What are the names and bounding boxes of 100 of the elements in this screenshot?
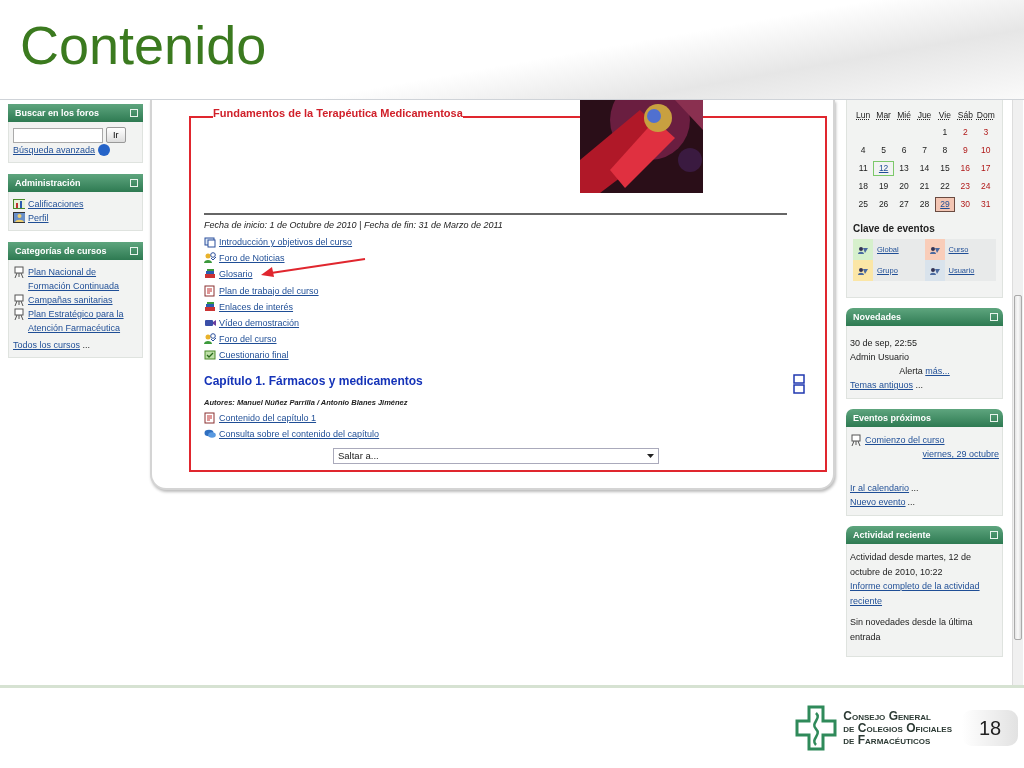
event-date-link[interactable]: viernes, 29 octubre [922,449,999,459]
weekday-label: Lun [855,109,872,122]
calendar-day[interactable]: 23 [955,179,976,194]
calendar-day[interactable]: 14 [914,161,935,176]
calendar-day[interactable]: 30 [955,197,976,212]
activity-link[interactable]: Foro del curso [219,334,277,345]
document-icon [204,411,216,424]
weekday-label: Mar [875,109,892,122]
activity-link[interactable]: Glosario [219,269,253,280]
ellipsis-text: ... [907,497,916,507]
easel-icon [13,266,25,278]
menu-link[interactable]: Calificaciones [28,197,84,211]
activity-link[interactable]: Vídeo demostración [219,318,300,329]
activity-since: Actividad desde martes, 12 de octubre de 2010, 10:22 [850,551,973,579]
caret-icon [647,453,654,458]
logo-text: Consejo General de Colegios Oficiales de Farmacéuticos [843,710,952,746]
calendar-day[interactable]: 22 [934,179,956,194]
calendar-day[interactable]: 3 [975,125,996,140]
activity-link[interactable]: Consulta sobre el contenido del capítulo [219,428,380,439]
calendar-day[interactable]: 31 [975,197,996,212]
jump-menu[interactable]: Saltar a... [333,447,659,464]
activity-note: Sin novedades desde la última entrada [850,616,974,644]
search-field[interactable] [13,127,103,143]
activity-link[interactable]: Plan de trabajo del curso [219,285,319,296]
block-title: Actividad reciente [853,530,931,540]
activity-link[interactable]: Introducción y objetivos del curso [219,237,353,248]
news-author: Admin Usuario [850,351,911,364]
collapse-icon[interactable] [130,247,138,255]
calendar-day[interactable]: 4 [853,143,874,158]
document-icon [204,284,216,297]
calendar-day[interactable]: 24 [975,179,996,194]
calendar-day[interactable]: 26 [873,197,894,212]
calendar-day[interactable]: 27 [893,197,915,212]
calendar-day[interactable]: 8 [934,143,956,158]
easel-icon [13,294,25,306]
slide-title: Contenido [20,14,267,76]
calendar-day[interactable]: 10 [975,143,996,158]
books-icon [204,300,216,313]
section-title: Capítulo 1. Fármacos y medicamentos [204,373,423,390]
weekday-label: Mié [896,109,912,122]
menu-link[interactable]: Plan Estratégico para la Atención Farmacéutica [28,307,138,335]
calendar-day[interactable]: 20 [893,179,915,194]
activity-report-link[interactable]: Informe completo de la actividad reciente [850,579,999,608]
people-icon [204,252,216,265]
calendar-day[interactable]: 11 [853,161,874,176]
go-button[interactable]: Ir [106,127,126,143]
block-title: Administración [15,178,81,188]
calendar-day[interactable]: 18 [853,179,874,194]
calendar-day[interactable]: 15 [934,161,956,176]
ellipsis-text: ... [81,340,91,350]
menu-link[interactable]: Todos los cursos [13,340,81,350]
collapse-icon[interactable] [990,414,998,422]
calendar-day[interactable]: 19 [873,179,894,194]
activity-link[interactable]: Contenido del capítulo 1 [219,412,317,423]
scrollbar[interactable] [1012,100,1023,685]
activity-link[interactable]: Foro de Noticias [219,253,285,264]
older-topics-link[interactable]: Temas antiguos [850,380,914,390]
advanced-search-link[interactable]: Búsqueda avanzada [13,143,96,157]
calendar-day[interactable]: 17 [975,161,996,176]
weekday-label: Sáb [956,109,974,122]
calendar-day[interactable]: 6 [893,143,915,158]
calendar-day[interactable]: 16 [955,161,976,176]
calendar-day[interactable]: 25 [853,197,874,212]
section-toggle-icon [793,373,805,394]
calendar-day[interactable]: 13 [893,161,915,176]
calendar-day[interactable]: 2 [955,125,976,140]
collapse-icon[interactable] [990,531,998,539]
calendar-day[interactable]: 28 [914,197,935,212]
people-icon [858,266,868,275]
event-link[interactable]: Comienzo del curso [865,433,945,447]
checklist-icon [204,349,216,362]
calendar-day[interactable]: 7 [914,143,935,158]
calendar-day[interactable]: 5 [873,143,894,158]
calendar-day[interactable]: 12 [873,161,894,176]
calendar-day[interactable]: 21 [914,179,935,194]
people-icon [929,266,940,275]
books-icon [204,268,216,281]
block-title: Eventos próximos [853,413,932,423]
more-link[interactable]: más... [925,366,950,376]
ellipsis-text: ... [911,483,919,493]
calendar-day[interactable]: 29 [934,197,956,212]
collapse-icon[interactable] [990,313,998,321]
news-subject: Alerta [899,366,924,376]
menu-link[interactable]: Campañas sanitarias [28,293,113,307]
calendar-link[interactable]: Nuevo evento [850,497,906,507]
course-title: Fundamentos de la Terapéutica Medicamentosa [213,107,463,119]
menu-link[interactable]: Plan Nacional de Formación Continuada [28,265,138,293]
collapse-icon[interactable] [130,179,138,187]
people-icon [858,245,868,254]
course-dates: Fecha de inicio: 1 de Octubre de 2010 | Fecha de fin: 31 de Marzo de 2011 [204,220,504,230]
activity-link[interactable]: Enlaces de interés [219,301,294,312]
menu-link[interactable]: Perfil [28,211,49,225]
calendar-link[interactable]: Ir al calendario [850,483,910,493]
block-title: Novedades [853,312,902,322]
calendar-day[interactable]: 1 [934,125,956,140]
collapse-icon[interactable] [130,109,138,117]
activity-link[interactable]: Cuestionario final [219,350,289,361]
block-title: Buscar en los foros [15,108,100,118]
calendar-day[interactable]: 9 [955,143,976,158]
people-icon [929,245,940,254]
